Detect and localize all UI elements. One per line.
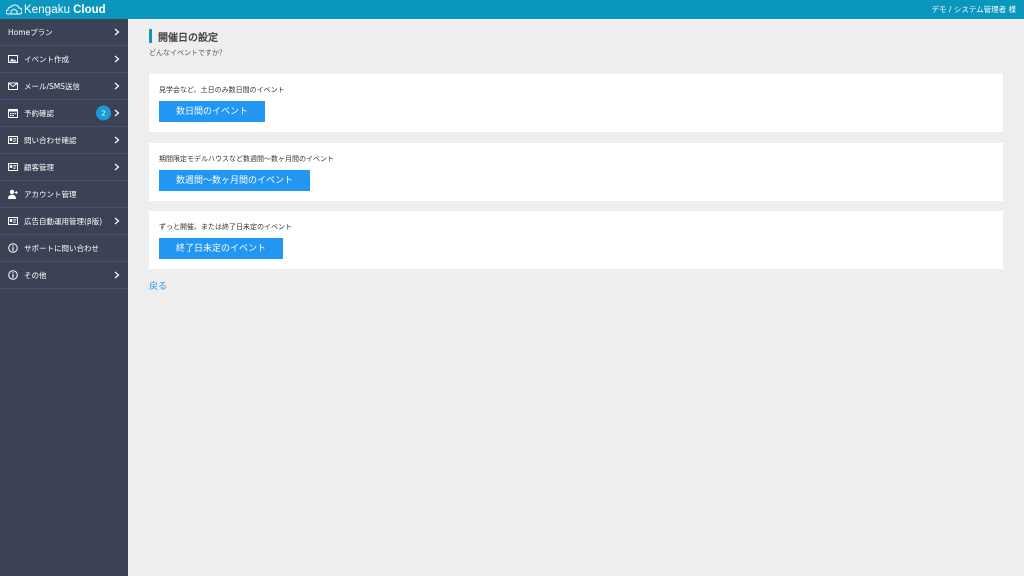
card-description: 期間限定モデルハウスなど数週間〜数ヶ月間のイベント <box>159 155 334 163</box>
chevron-right-icon <box>114 217 120 225</box>
chevron-right-icon <box>114 136 120 144</box>
chevron-right-icon <box>114 163 120 171</box>
main-content: 開催日の設定 どんなイベントですか？ 見学会など、土日のみ数日間のイベント 数日… <box>149 29 1003 292</box>
user-add-icon <box>8 189 18 199</box>
sidebar-item-label: Homeプラン <box>8 27 53 37</box>
sidebar-item-event-create[interactable]: イベント作成 <box>0 46 128 73</box>
info-icon <box>8 243 18 253</box>
sidebar-item-label: メール/SMS送信 <box>24 81 81 91</box>
sidebar-item-ad-automation[interactable]: 広告自動運用管理(β版) <box>0 208 128 235</box>
sidebar-item-mail-sms[interactable]: メール/SMS送信 <box>0 73 128 100</box>
info-icon <box>8 270 18 280</box>
event-type-card-open-ended: ずっと開催、または終了日未定のイベント 終了日未定のイベント <box>149 211 1003 269</box>
id-card-icon <box>8 216 18 226</box>
id-card-icon <box>8 135 18 145</box>
event-type-card-medium: 期間限定モデルハウスなど数週間〜数ヶ月間のイベント 数週間〜数ヶ月間のイベント <box>149 143 1003 201</box>
sidebar-item-label: イベント作成 <box>24 54 69 64</box>
card-description: 見学会など、土日のみ数日間のイベント <box>159 86 285 94</box>
sidebar-item-support[interactable]: サポートに問い合わせ <box>0 235 128 262</box>
sidebar-item-reservations[interactable]: 予約確認 2 <box>0 100 128 127</box>
card-description: ずっと開催、または終了日未定のイベント <box>159 223 292 231</box>
sidebar-item-label: 問い合わせ確認 <box>24 135 77 145</box>
logo[interactable]: Kengaku Cloud <box>6 4 106 16</box>
back-link[interactable]: 戻る <box>149 279 167 292</box>
chevron-right-icon <box>114 28 120 36</box>
cloud-house-icon <box>6 3 22 14</box>
title-accent-bar <box>149 29 152 43</box>
sidebar-item-customers[interactable]: 顧客管理 <box>0 154 128 181</box>
logo-text-light: Kengaku <box>24 3 71 16</box>
chevron-right-icon <box>114 55 120 63</box>
sidebar-item-label: 予約確認 <box>24 108 54 118</box>
medium-event-button[interactable]: 数週間〜数ヶ月間のイベント <box>159 170 311 191</box>
page-title-row: 開催日の設定 <box>149 29 1003 44</box>
sidebar-item-label: サポートに問い合わせ <box>24 243 99 253</box>
top-bar: Kengaku Cloud デモ / システム管理者 様 <box>0 0 1024 19</box>
page-subtitle: どんなイベントですか？ <box>149 49 226 57</box>
sidebar: Homeプラン イベント作成 メール/SMS送信 予約確認 2 問い合わせ確認 … <box>0 19 128 576</box>
id-card-icon <box>8 162 18 172</box>
chevron-right-icon <box>114 271 120 279</box>
sidebar-item-label: 広告自動運用管理(β版) <box>24 216 103 226</box>
mail-icon <box>8 81 18 91</box>
chevron-right-icon <box>114 109 120 117</box>
sidebar-item-home-plan[interactable]: Homeプラン <box>0 19 128 46</box>
logo-text-bold: Cloud <box>73 3 106 16</box>
sidebar-item-label: 顧客管理 <box>24 162 54 172</box>
page-title: 開催日の設定 <box>158 32 218 44</box>
sidebar-item-other[interactable]: その他 <box>0 262 128 289</box>
image-icon <box>8 54 18 64</box>
chevron-right-icon <box>114 82 120 90</box>
sidebar-item-label: アカウント管理 <box>24 189 77 199</box>
event-type-card-short: 見学会など、土日のみ数日間のイベント 数日間のイベント <box>149 74 1003 132</box>
sidebar-item-label: その他 <box>24 270 47 280</box>
short-event-button[interactable]: 数日間のイベント <box>159 101 266 122</box>
sidebar-item-accounts[interactable]: アカウント管理 <box>0 181 128 208</box>
user-label[interactable]: デモ / システム管理者 様 <box>932 4 1016 15</box>
sidebar-item-inquiries[interactable]: 問い合わせ確認 <box>0 127 128 154</box>
reservation-count-badge: 2 <box>96 105 111 121</box>
calendar-icon <box>8 108 18 118</box>
open-ended-event-button[interactable]: 終了日未定のイベント <box>159 238 284 259</box>
